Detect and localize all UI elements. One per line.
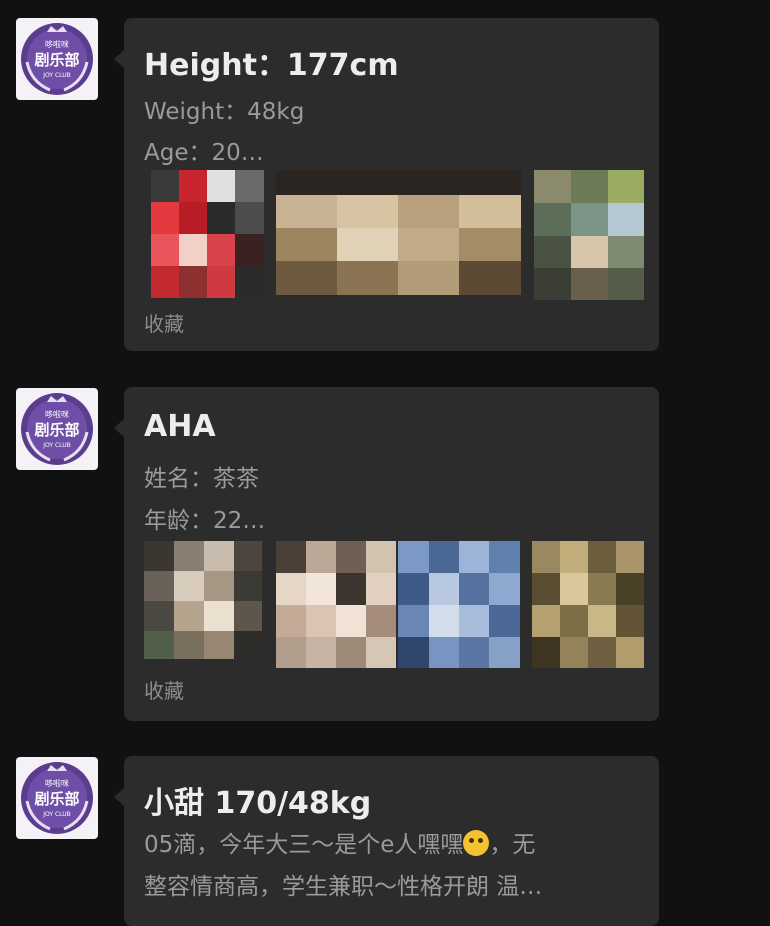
smirking-cat-emoji-icon <box>463 830 490 856</box>
photo-thumbnail[interactable] <box>532 541 644 668</box>
message-description: 05滴，今年大三～是个e人嘿嘿 ，无 整容情商高，学生兼职～性格开朗 温… <box>144 824 644 908</box>
message-title: AHA <box>144 409 216 444</box>
photo-thumbnail[interactable] <box>276 170 521 295</box>
avatar[interactable]: 哆啦咪 剧乐部 JOY CLUB <box>16 388 98 470</box>
message-bubble[interactable]: AHA 姓名：茶茶 年龄：22… 收藏 <box>114 387 659 721</box>
favorite-label: 收藏 <box>144 679 184 703</box>
svg-text:剧乐部: 剧乐部 <box>34 421 79 439</box>
avatar[interactable]: 哆啦咪 剧乐部 JOY CLUB <box>16 18 98 100</box>
description-text: 整容情商高，学生兼职～性格开朗 温… <box>144 874 543 900</box>
club-logo-icon: 哆啦咪 剧乐部 JOY CLUB <box>21 762 93 834</box>
photo-thumbnail[interactable] <box>151 170 264 298</box>
bubble-tail <box>114 419 124 437</box>
message-bubble[interactable]: 小甜 170/48kg 05滴，今年大三～是个e人嘿嘿 ，无 整容情商高，学生兼职… <box>114 756 659 926</box>
message-title: Height：177cm <box>144 48 399 83</box>
description-text: ，无 <box>489 832 536 858</box>
bubble-tail <box>114 788 124 806</box>
photo-thumbnail[interactable] <box>398 541 520 668</box>
svg-text:JOY CLUB: JOY CLUB <box>42 72 70 79</box>
favorite-label: 收藏 <box>144 312 184 336</box>
description-text: 05滴，今年大三～是个e人嘿嘿 <box>144 832 464 858</box>
message-line: 姓名：茶茶 <box>144 466 259 492</box>
photo-thumbnail[interactable] <box>534 170 644 300</box>
message-bubble[interactable]: Height：177cm Weight：48kg Age：20… 收藏 <box>114 18 659 351</box>
club-logo-icon: 哆啦咪 剧乐部 JOY CLUB <box>21 23 93 95</box>
svg-text:剧乐部: 剧乐部 <box>34 790 79 808</box>
svg-text:哆啦咪: 哆啦咪 <box>45 39 69 49</box>
svg-text:剧乐部: 剧乐部 <box>34 51 79 69</box>
message-line: Age：20… <box>144 140 264 166</box>
svg-text:哆啦咪: 哆啦咪 <box>45 409 69 419</box>
message-title: 小甜 170/48kg <box>144 786 372 821</box>
photo-thumbnail[interactable] <box>276 541 396 668</box>
message-line: 年龄：22… <box>144 508 266 534</box>
avatar[interactable]: 哆啦咪 剧乐部 JOY CLUB <box>16 757 98 839</box>
club-logo-icon: 哆啦咪 剧乐部 JOY CLUB <box>21 393 93 465</box>
photo-thumbnail[interactable] <box>144 541 262 659</box>
svg-text:哆啦咪: 哆啦咪 <box>45 778 69 788</box>
svg-text:JOY CLUB: JOY CLUB <box>42 442 70 449</box>
svg-text:JOY CLUB: JOY CLUB <box>42 811 70 818</box>
message-line: Weight：48kg <box>144 99 305 125</box>
bubble-tail <box>114 50 124 68</box>
